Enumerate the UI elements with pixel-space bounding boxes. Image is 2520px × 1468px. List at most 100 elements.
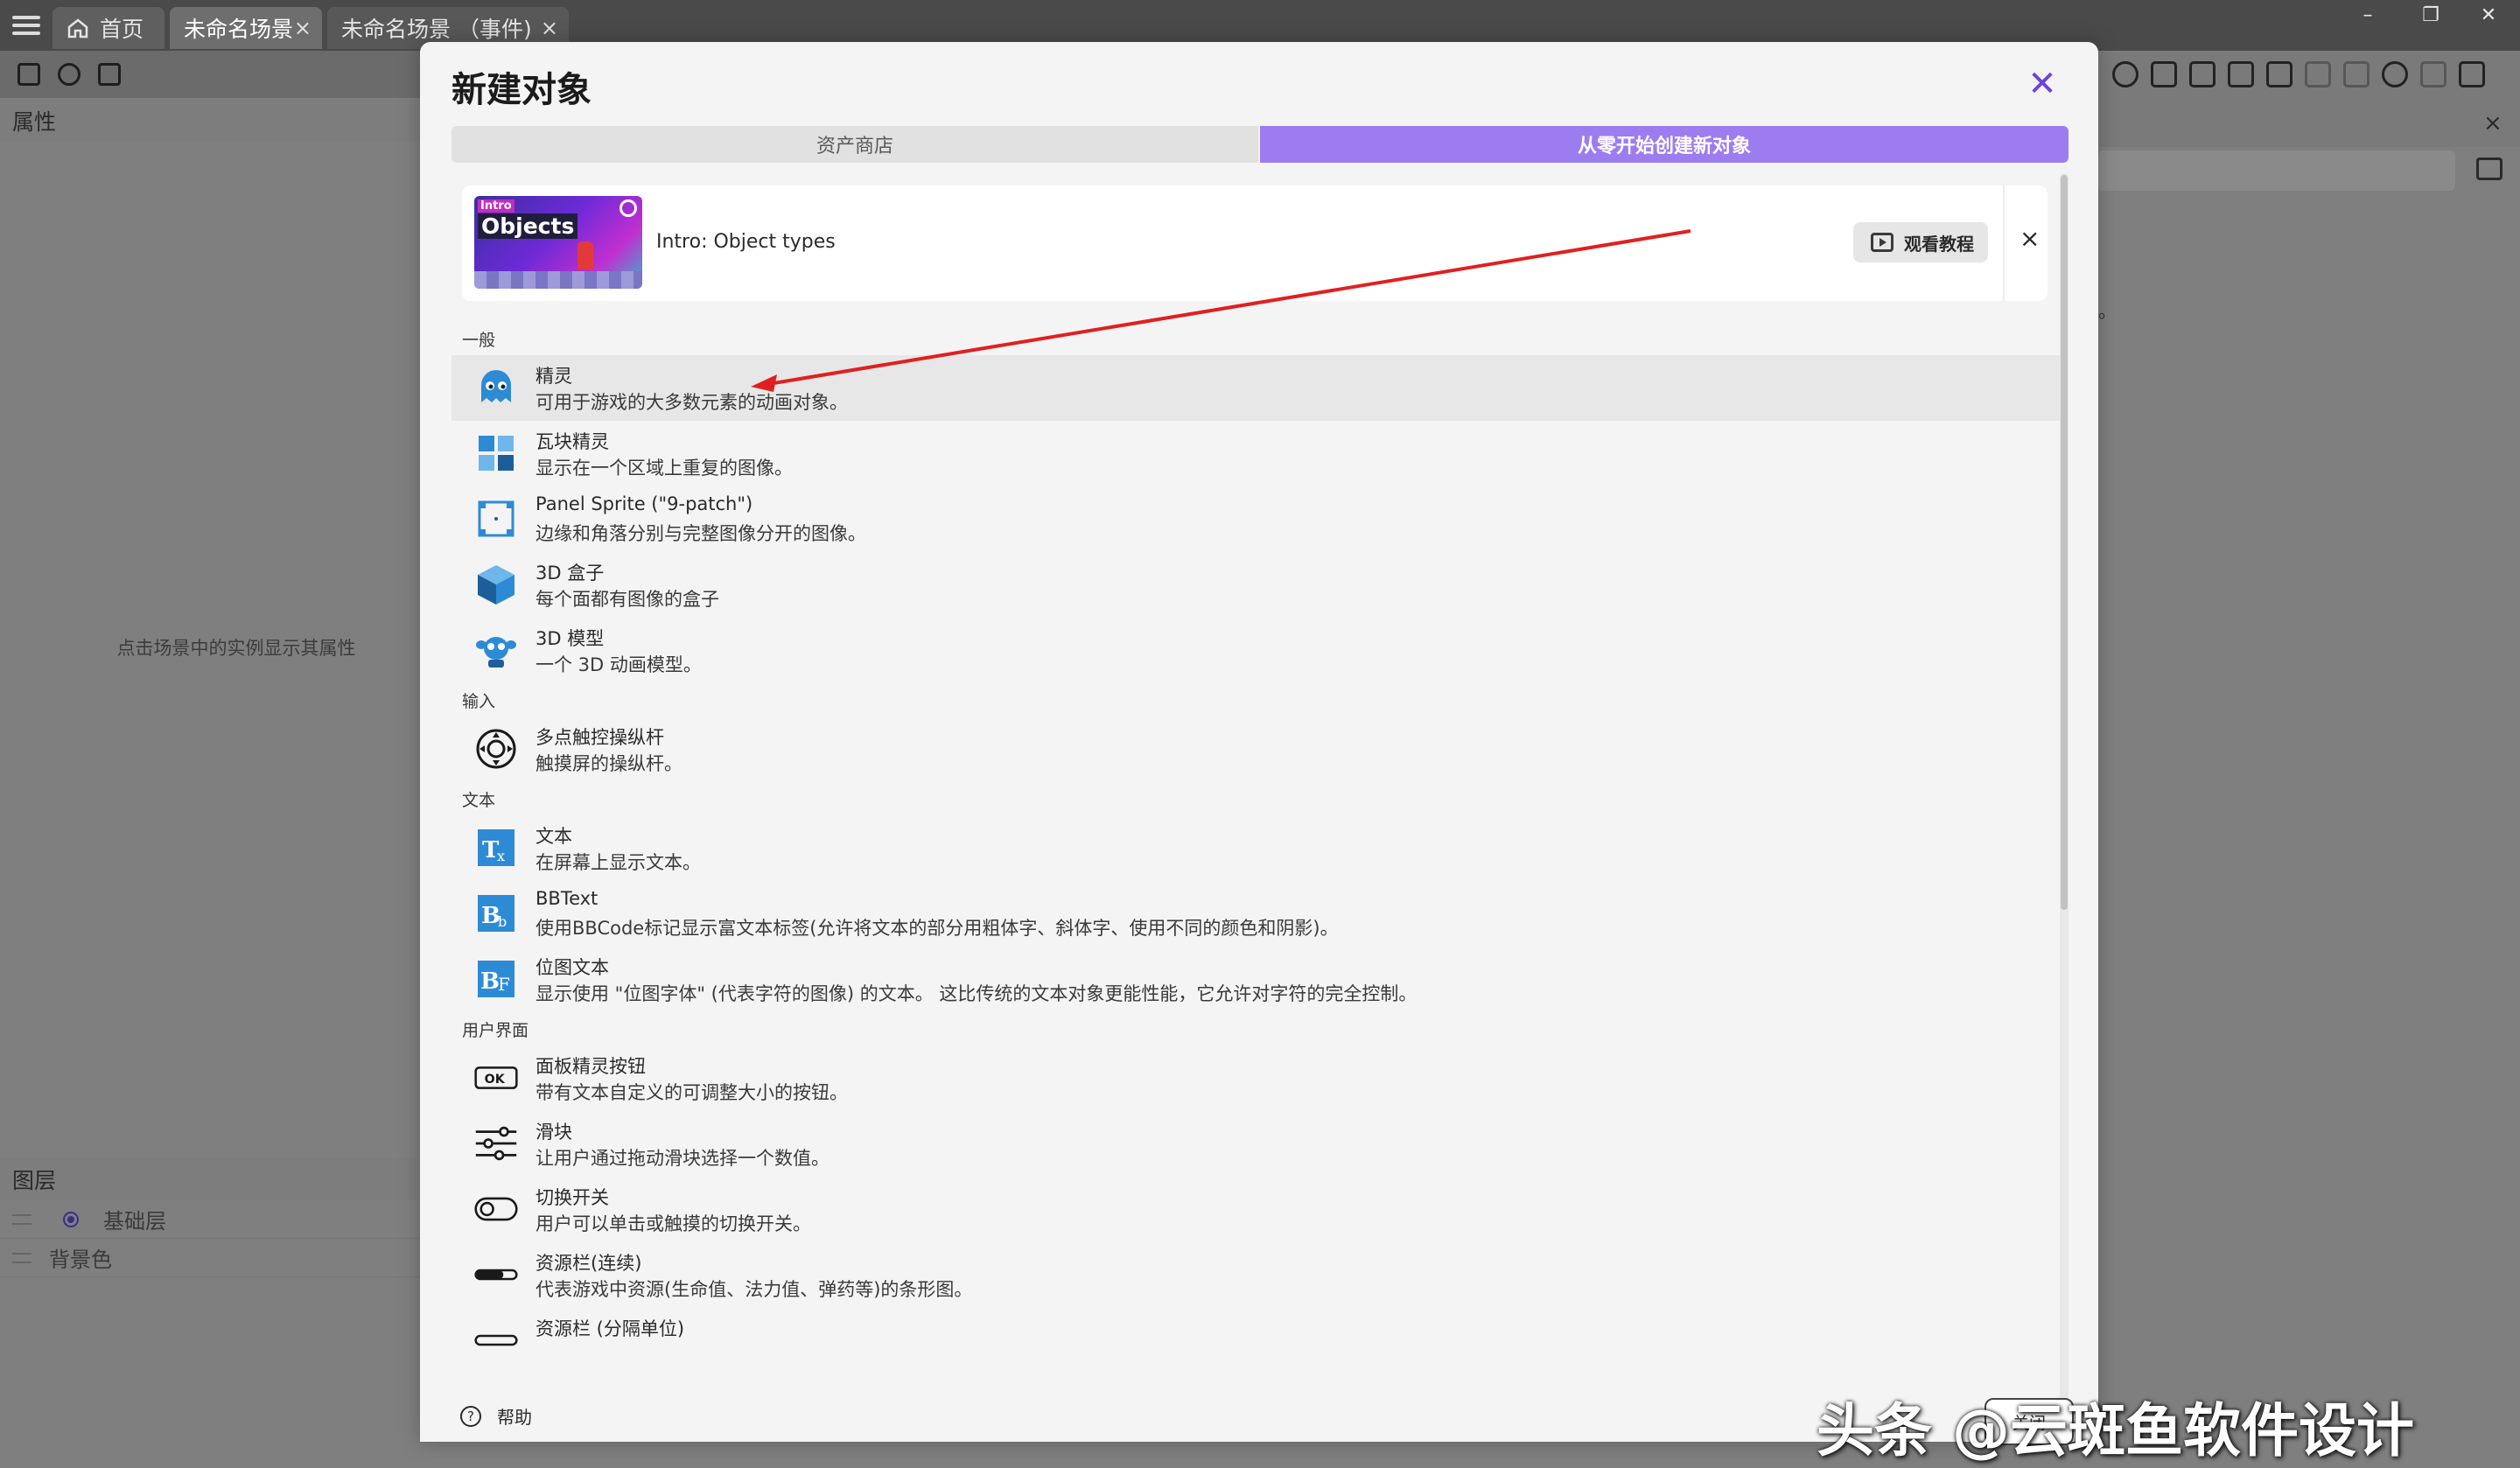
cube-3d-icon bbox=[474, 563, 518, 606]
window-close-button[interactable]: ✕ bbox=[2455, 0, 2520, 30]
grid-icon[interactable] bbox=[2266, 61, 2292, 87]
object-type-title: Panel Sprite ("9-patch") bbox=[536, 493, 753, 514]
object-type-item[interactable]: Tx 文本 在屏幕上显示文本。 bbox=[452, 815, 2062, 881]
watch-tutorial-button[interactable]: 观看教程 bbox=[1853, 222, 1988, 262]
object-type-description: 触摸屏的操纵杆。 bbox=[536, 753, 682, 774]
layer-label: 基础层 bbox=[103, 1209, 166, 1234]
object-type-list: 一般 精灵 可用于游戏的大多数元素的动画对象。 瓦块精灵 显示在一个区域上重复的图像。 P… bbox=[452, 322, 2062, 1409]
character-icon bbox=[578, 241, 593, 269]
object-type-item[interactable]: Panel Sprite ("9-patch") 边缘和角落分别与完整图像分开的图… bbox=[452, 486, 2062, 552]
object-type-item[interactable]: B F 位图文本 显示使用 "位图字体" (代表字符的图像) 的文本。 这比传统的文本… bbox=[452, 947, 2062, 1012]
delete-icon[interactable] bbox=[2420, 61, 2446, 87]
object-type-item[interactable]: 资源栏 (分隔单位) bbox=[452, 1308, 2062, 1374]
object-type-item[interactable]: 滑块 让用户通过拖动滑块选择一个数值。 bbox=[452, 1111, 2062, 1177]
layer-row[interactable]: 基础层 bbox=[0, 1200, 420, 1239]
object-type-item[interactable]: 精灵 可用于游戏的大多数元素的动画对象。 bbox=[452, 355, 2062, 421]
layer-row[interactable]: 背景色 bbox=[0, 1239, 420, 1277]
object-type-item[interactable]: 瓦块精灵 显示在一个区域上重复的图像。 bbox=[452, 421, 2062, 486]
panel-sprite-icon bbox=[474, 497, 518, 541]
layers-icon[interactable] bbox=[2228, 61, 2254, 87]
radio-selected-icon[interactable] bbox=[63, 1211, 79, 1227]
dialog-close-icon[interactable]: ✕ bbox=[2023, 65, 2062, 103]
object-search-input[interactable] bbox=[2098, 150, 2455, 191]
tutorial-title: Intro: Object types bbox=[656, 231, 836, 253]
object-type-description: 显示使用 "位图字体" (代表字符的图像) 的文本。 这比传统的文本对象更能性能… bbox=[536, 983, 1418, 1004]
tiled-sprite-icon bbox=[474, 431, 518, 475]
watermark-text: 头条 @云斑鱼软件设计 bbox=[1816, 1397, 2414, 1465]
model-3d-icon bbox=[474, 628, 518, 672]
editor-toolbar-right bbox=[2098, 51, 2520, 98]
gdevelop-logo-icon bbox=[620, 199, 637, 217]
object-type-item[interactable]: 多点触控操纵杆 触摸屏的操纵杆。 bbox=[452, 717, 2062, 782]
scrollbar-thumb[interactable] bbox=[2061, 175, 2068, 910]
svg-text:B: B bbox=[480, 968, 500, 995]
svg-text:OK: OK bbox=[485, 1073, 506, 1087]
add-folder-icon[interactable] bbox=[2476, 157, 2502, 180]
joystick-icon bbox=[474, 727, 518, 771]
object-type-item[interactable]: 3D 模型 一个 3D 动画模型。 bbox=[452, 618, 2062, 683]
button-ok-icon: OK bbox=[474, 1056, 518, 1100]
toggle-switch-icon bbox=[474, 1187, 518, 1231]
save-icon[interactable] bbox=[98, 63, 121, 86]
close-icon[interactable]: × bbox=[2483, 110, 2502, 136]
object-type-title: 位图文本 bbox=[536, 957, 609, 978]
tutorial-close-icon[interactable]: × bbox=[2020, 224, 2040, 253]
tab-asset-store[interactable]: 资产商店 bbox=[452, 126, 1258, 163]
tab-new-object[interactable]: 从零开始创建新对象 bbox=[1260, 126, 2068, 163]
object-type-title: 切换开关 bbox=[536, 1187, 609, 1208]
object-type-description: 在屏幕上显示文本。 bbox=[536, 852, 701, 873]
object-type-description: 每个面都有图像的盒子 bbox=[536, 589, 719, 610]
hamburger-menu-icon[interactable] bbox=[10, 12, 42, 38]
slider-icon bbox=[474, 1122, 518, 1165]
restore-button[interactable]: ❐ bbox=[2398, 0, 2464, 30]
object-type-description: 可用于游戏的大多数元素的动画对象。 bbox=[536, 392, 848, 413]
close-icon[interactable]: × bbox=[541, 16, 558, 40]
object-type-title: 多点触控操纵杆 bbox=[536, 727, 664, 748]
object-type-title: 资源栏 (分隔单位) bbox=[536, 1318, 685, 1339]
tab-label: 首页 bbox=[100, 17, 144, 42]
object-type-title: 滑块 bbox=[536, 1122, 572, 1143]
object-type-item[interactable]: 资源栏(连续) 代表游戏中资源(生命值、法力值、弹药等)的条形图。 bbox=[452, 1242, 2062, 1308]
help-label: 帮助 bbox=[497, 1407, 532, 1428]
tab-home[interactable]: 首页 bbox=[52, 7, 164, 49]
object-type-description: 代表游戏中资源(生命值、法力值、弹药等)的条形图。 bbox=[536, 1279, 973, 1300]
undo-icon[interactable] bbox=[2305, 61, 2331, 87]
tab-scene[interactable]: 未命名场景 × bbox=[170, 7, 322, 49]
scene-toolbar bbox=[0, 51, 420, 98]
properties-panel-title: 属性 bbox=[0, 100, 420, 142]
resource-bar-units-icon bbox=[474, 1318, 518, 1362]
drag-handle-icon[interactable] bbox=[12, 1213, 32, 1225]
ground-tiles bbox=[474, 271, 642, 289]
section-title: 输入 bbox=[462, 691, 496, 711]
object-type-item[interactable]: Bb BBText 使用BBCode标记显示富文本标签(允许将文本的部分用粗体字、斜… bbox=[452, 881, 2062, 947]
settings-icon[interactable] bbox=[2459, 61, 2485, 87]
instances-list-icon[interactable] bbox=[2189, 61, 2216, 87]
tutorial-thumbnail[interactable]: Intro Objects bbox=[474, 196, 642, 289]
drag-handle-icon[interactable] bbox=[12, 1252, 32, 1263]
help-button[interactable]: ? 帮助 bbox=[460, 1403, 532, 1429]
objects-panel-text: 。 bbox=[2098, 301, 2117, 322]
object-type-description: 边缘和角落分别与完整图像分开的图像。 bbox=[536, 523, 866, 544]
object-type-item[interactable]: 切换开关 用户可以单击或触摸的切换开关。 bbox=[452, 1177, 2062, 1242]
edit-pencil-icon[interactable] bbox=[2151, 61, 2177, 87]
layers-panel-title: 图层 bbox=[0, 1158, 420, 1200]
objects-group-icon[interactable] bbox=[2112, 61, 2138, 87]
thumbnail-badge: Intro bbox=[478, 199, 514, 213]
objects-panel-icon[interactable] bbox=[18, 63, 40, 86]
object-type-description: 带有文本自定义的可调整大小的按钮。 bbox=[536, 1082, 848, 1103]
sprite-ghost-icon bbox=[474, 366, 518, 409]
history-icon[interactable] bbox=[58, 63, 80, 86]
tutorial-card: Intro Objects Intro: Object types 观看教程 × bbox=[462, 185, 2048, 301]
divider bbox=[2003, 185, 2005, 301]
object-type-item[interactable]: 3D 盒子每个面都有图像的盒子 bbox=[452, 552, 2062, 618]
object-type-item[interactable]: OK 面板精灵按钮带有文本自定义的可调整大小的按钮。 bbox=[452, 1045, 2062, 1111]
dialog-title: 新建对象 bbox=[452, 70, 592, 110]
object-type-title: 面板精灵按钮 bbox=[536, 1056, 646, 1077]
object-type-title: 3D 模型 bbox=[536, 628, 605, 649]
properties-hint: 点击场景中的实例显示其属性 bbox=[116, 638, 356, 659]
minimize-button[interactable]: – bbox=[2334, 0, 2401, 30]
close-icon[interactable]: × bbox=[294, 16, 312, 40]
object-type-title: 3D 盒子 bbox=[536, 563, 605, 584]
zoom-icon[interactable] bbox=[2382, 61, 2408, 87]
redo-icon[interactable] bbox=[2343, 61, 2370, 87]
